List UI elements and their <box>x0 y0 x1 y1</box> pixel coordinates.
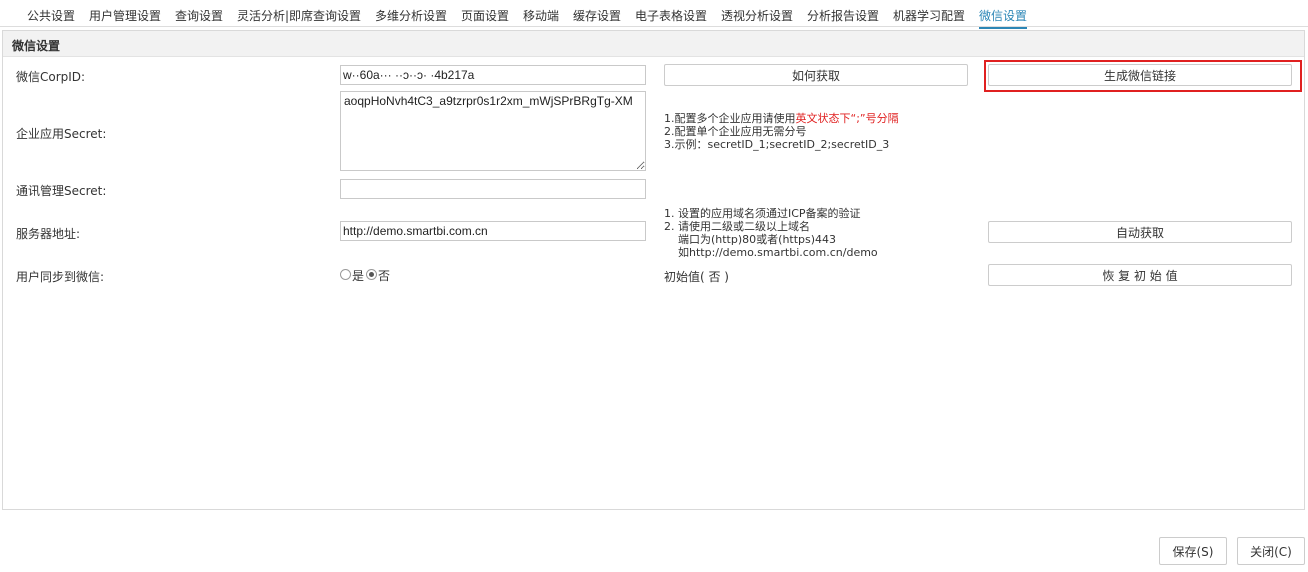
save-button[interactable]: 保存(S) <box>1159 537 1227 565</box>
wechat-settings-dialog: 公共设置 用户管理设置 查询设置 灵活分析|即席查询设置 多维分析设置 页面设置… <box>0 0 1308 572</box>
tab-public-settings[interactable]: 公共设置 <box>27 7 75 24</box>
sync-no-label[interactable]: 否 <box>378 267 390 284</box>
tab-cache-settings[interactable]: 缓存设置 <box>573 7 621 24</box>
tab-page-settings[interactable]: 页面设置 <box>461 7 509 24</box>
tab-machine-learning[interactable]: 机器学习配置 <box>893 7 965 24</box>
tab-adhoc-query[interactable]: 灵活分析|即席查询设置 <box>237 7 361 24</box>
contacts-secret-label: 通讯管理Secret: <box>16 184 107 198</box>
sync-yes-label[interactable]: 是 <box>352 267 364 284</box>
server-address-label: 服务器地址: <box>16 227 81 241</box>
tab-pivot-analysis[interactable]: 透视分析设置 <box>721 7 793 24</box>
auto-get-button[interactable]: 自动获取 <box>988 221 1292 243</box>
tab-spreadsheet-settings[interactable]: 电子表格设置 <box>635 7 707 24</box>
contacts-secret-input[interactable] <box>340 179 646 199</box>
note-text: 1.配置多个企业应用请使用 <box>664 112 796 125</box>
tab-user-management[interactable]: 用户管理设置 <box>89 7 161 24</box>
server-note-line2: 2. 请使用二级或二级以上域名 <box>664 220 810 233</box>
server-note-line4: 如http://demo.smartbi.com.cn/demo <box>664 246 878 259</box>
app-secret-note-line2: 2.配置单个企业应用无需分号 <box>664 125 807 138</box>
tab-wechat-settings[interactable]: 微信设置 <box>979 7 1028 29</box>
tab-olap-settings[interactable]: 多维分析设置 <box>375 7 447 24</box>
app-secret-textarea[interactable]: aoqpHoNvh4tC3_a9tzrpr0s1r2xm_mWjSPrBRgTg… <box>340 91 646 171</box>
panel-title: 微信设置 <box>12 39 61 53</box>
generate-wechat-link-button[interactable]: 生成微信链接 <box>988 64 1292 86</box>
note-red-text: 英文状态下“;”号分隔 <box>795 112 899 125</box>
how-to-get-button[interactable]: 如何获取 <box>664 64 968 86</box>
panel-header: 微信设置 <box>3 31 1304 57</box>
app-secret-label: 企业应用Secret: <box>16 127 107 141</box>
sync-users-label: 用户同步到微信: <box>16 270 105 284</box>
tab-query-settings[interactable]: 查询设置 <box>175 7 223 24</box>
server-note-line3: 端口为(http)80或者(https)443 <box>664 233 837 246</box>
tab-mobile[interactable]: 移动端 <box>523 7 559 24</box>
server-note-line1: 1. 设置的应用域名须通过ICP备案的验证 <box>664 207 861 220</box>
app-secret-note-line1: 1.配置多个企业应用请使用英文状态下“;”号分隔 <box>664 112 899 125</box>
corpid-input[interactable] <box>340 65 646 85</box>
tab-analysis-report[interactable]: 分析报告设置 <box>807 7 879 24</box>
close-button[interactable]: 关闭(C) <box>1237 537 1305 565</box>
corpid-label: 微信CorpID: <box>16 70 86 84</box>
sync-yes-radio[interactable] <box>340 269 351 280</box>
app-secret-note-line3: 3.示例：secretID_1;secretID_2;secretID_3 <box>664 138 890 151</box>
initial-value-text: 初始值( 否 ) <box>664 270 729 284</box>
sync-no-radio[interactable] <box>366 269 377 280</box>
restore-default-button[interactable]: 恢 复 初 始 值 <box>988 264 1292 286</box>
settings-tab-bar: 公共设置 用户管理设置 查询设置 灵活分析|即席查询设置 多维分析设置 页面设置… <box>0 0 1308 29</box>
server-address-input[interactable] <box>340 221 646 241</box>
